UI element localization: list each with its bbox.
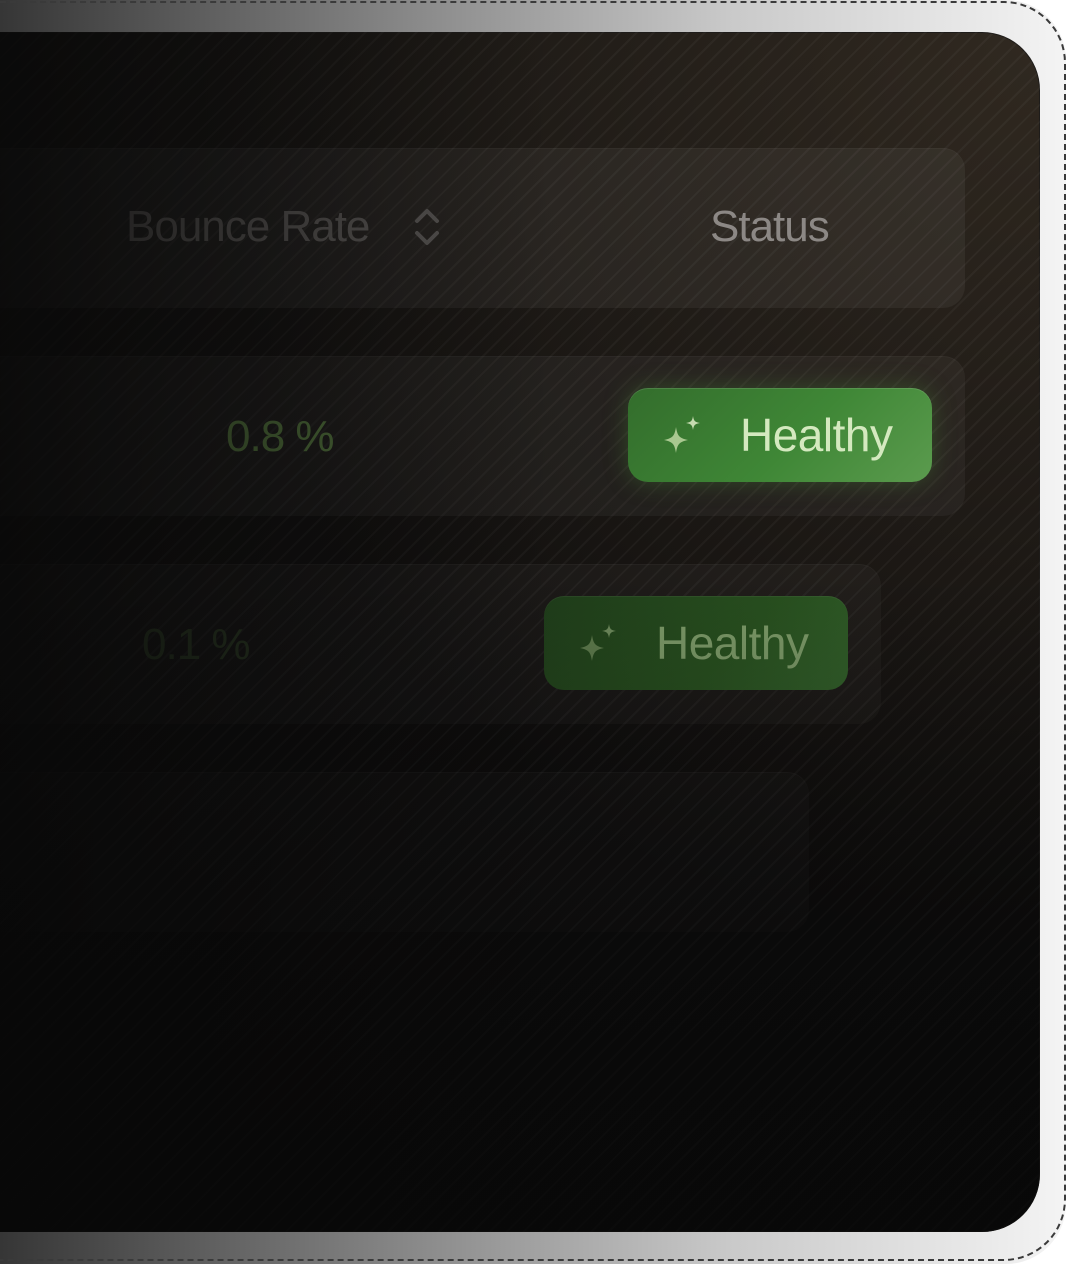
column-header-bounce-rate[interactable]: Bounce Rate	[126, 202, 370, 252]
table-row[interactable]: 0.1 % Healthy	[0, 564, 881, 724]
status-label: Healthy	[740, 409, 893, 461]
column-header-status: Status	[710, 202, 830, 251]
status-label: Healthy	[656, 617, 809, 669]
table-row[interactable]	[0, 772, 809, 932]
table-card: Bounce Rate Status 0.8 % Healthy 0.1 % H…	[0, 32, 1040, 1232]
status-badge-healthy: Healthy	[628, 388, 932, 482]
bounce-rate-value: 0.8 %	[226, 412, 335, 461]
table-row[interactable]: 0.8 % Healthy	[0, 356, 965, 516]
sparkles-icon	[580, 624, 616, 661]
chevron-up-down-icon[interactable]	[412, 204, 442, 250]
table-header-row: Bounce Rate Status	[0, 148, 965, 308]
stage: Bounce Rate Status 0.8 % Healthy 0.1 % H…	[0, 0, 1072, 1264]
status-badge-healthy: Healthy	[544, 596, 848, 690]
sparkles-icon	[664, 416, 700, 453]
bounce-rate-value: 0.1 %	[142, 620, 251, 669]
